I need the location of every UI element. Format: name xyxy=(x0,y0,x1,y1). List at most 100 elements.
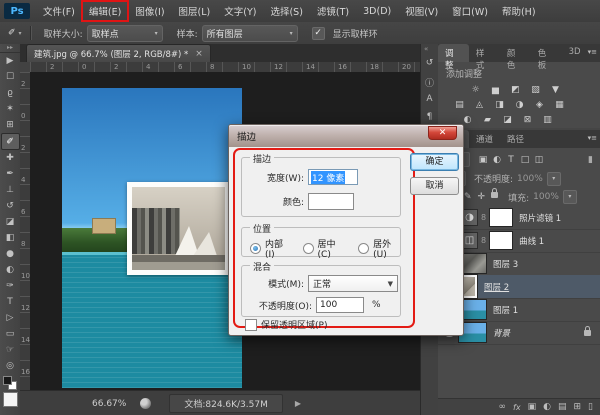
lock-pixels-icon[interactable]: ✎ xyxy=(464,192,472,202)
marquee-tool[interactable]: ☐ xyxy=(1,69,19,85)
tab-paths[interactable]: 路径 xyxy=(500,130,531,148)
layer-name[interactable]: 图层 1 xyxy=(493,304,518,316)
tab-adjustments[interactable]: 调整 xyxy=(438,44,469,62)
layer-mask-thumbnail[interactable] xyxy=(489,231,513,250)
tab-swatches[interactable]: 色板 xyxy=(531,44,562,62)
history-panel-icon[interactable]: ↺ xyxy=(421,58,438,68)
new-group-icon[interactable]: ▤ xyxy=(558,402,567,412)
threshold-icon[interactable]: ◪ xyxy=(500,114,515,126)
preserve-transparency-checkbox[interactable] xyxy=(245,319,257,331)
layer-effects-icon[interactable]: fx xyxy=(513,403,521,412)
radio-inside-label[interactable]: 内部(I) xyxy=(265,237,289,260)
menu-file[interactable]: 文件(F) xyxy=(36,1,82,21)
dodge-tool[interactable]: ◐ xyxy=(1,262,19,278)
sample-dropdown[interactable]: 所有图层 ▾ xyxy=(202,25,298,42)
exposure-icon[interactable]: ▧ xyxy=(528,84,543,96)
radio-inside[interactable] xyxy=(250,243,261,254)
layer-name[interactable]: 图层 2 xyxy=(484,281,509,293)
document-tab[interactable]: 建筑.jpg @ 66.7% (图层 2, RGB/8#) * × xyxy=(26,44,211,63)
stroked-cutout-layer[interactable] xyxy=(127,182,230,275)
cancel-button[interactable]: 取消 xyxy=(410,177,459,195)
eraser-tool[interactable]: ◪ xyxy=(1,214,19,230)
radio-center[interactable] xyxy=(303,243,314,254)
curves-icon[interactable]: ◩ xyxy=(508,84,523,96)
quick-selection-tool[interactable]: ✶ xyxy=(1,101,19,117)
adjustment-filter-icon[interactable]: ◐ xyxy=(490,155,504,165)
radio-outside[interactable] xyxy=(358,243,369,254)
stroke-width-input[interactable]: 12 像素 xyxy=(308,169,358,185)
tab-styles[interactable]: 样式 xyxy=(469,44,500,62)
foreground-color-swatch[interactable] xyxy=(3,376,12,385)
status-circle-icon[interactable] xyxy=(140,398,151,409)
history-brush-tool[interactable]: ↺ xyxy=(1,198,19,214)
smart-object-filter-icon[interactable]: ◫ xyxy=(532,155,546,165)
fill-dropdown-button[interactable]: ▾ xyxy=(563,190,577,204)
show-ring-checkbox[interactable]: ✓ xyxy=(312,27,325,40)
close-icon[interactable]: × xyxy=(195,49,203,59)
sample-size-dropdown[interactable]: 取样点 ▾ xyxy=(87,25,163,42)
ok-button[interactable]: 确定 xyxy=(410,153,459,171)
new-adjustment-icon[interactable]: ◐ xyxy=(543,402,551,412)
shape-filter-icon[interactable]: □ xyxy=(518,155,532,165)
opacity-dropdown-button[interactable]: ▾ xyxy=(547,172,561,186)
fill-value[interactable]: 100% xyxy=(533,192,559,202)
gradient-map-icon[interactable]: ▥ xyxy=(540,114,555,126)
stroke-color-swatch[interactable] xyxy=(308,193,354,210)
color-balance-icon[interactable]: ◬ xyxy=(472,99,487,111)
tab-3d[interactable]: 3D xyxy=(562,44,588,62)
lock-all-icon[interactable] xyxy=(491,192,498,198)
spot-healing-tool[interactable]: ✚ xyxy=(1,150,19,166)
brush-tool[interactable]: ✒ xyxy=(1,166,19,182)
tab-color[interactable]: 颜色 xyxy=(500,44,531,62)
pixel-filter-icon[interactable]: ▣ xyxy=(476,155,490,165)
menu-layer[interactable]: 图层(L) xyxy=(172,1,218,21)
info-panel-icon[interactable]: ⓘ xyxy=(421,76,438,89)
brightness-contrast-icon[interactable]: ☼ xyxy=(468,84,483,96)
photo-filter-icon[interactable]: ◑ xyxy=(512,99,527,111)
eyedropper-tool-chip[interactable]: ✐ ▾ xyxy=(8,28,22,38)
move-tool[interactable]: ▶ xyxy=(1,53,19,69)
type-tool[interactable]: T xyxy=(1,294,19,310)
foreground-background-swatches[interactable] xyxy=(2,376,18,390)
layer-mask-thumbnail[interactable] xyxy=(489,208,513,227)
hue-saturation-icon[interactable]: ▤ xyxy=(452,99,467,111)
menu-view[interactable]: 视图(V) xyxy=(398,1,445,21)
new-layer-icon[interactable]: ⊞ xyxy=(574,402,582,412)
channel-mixer-icon[interactable]: ◈ xyxy=(532,99,547,111)
crop-tool[interactable]: ⊞ xyxy=(1,117,19,133)
link-layers-icon[interactable]: ∞ xyxy=(499,402,507,412)
character-panel-icon[interactable]: A xyxy=(421,94,438,104)
menu-help[interactable]: 帮助(H) xyxy=(495,1,543,21)
vibrance-icon[interactable]: ▼ xyxy=(548,84,563,96)
zoom-tool[interactable]: ◎ xyxy=(1,358,19,374)
radio-outside-label[interactable]: 居外(U) xyxy=(373,237,400,260)
tab-channels[interactable]: 通道 xyxy=(469,130,500,148)
add-mask-icon[interactable]: ▣ xyxy=(528,402,537,412)
foreground-color-large-swatch[interactable] xyxy=(3,392,18,407)
menu-3d[interactable]: 3D(D) xyxy=(356,3,398,20)
layer-name[interactable]: 曲线 1 xyxy=(519,235,544,247)
menu-select[interactable]: 选择(S) xyxy=(263,1,309,21)
clone-stamp-tool[interactable]: ⊥ xyxy=(1,182,19,198)
status-expand-arrow-icon[interactable]: ▶ xyxy=(295,399,301,408)
color-lookup-icon[interactable]: ▦ xyxy=(552,99,567,111)
opacity-value[interactable]: 100% xyxy=(517,174,543,184)
toolbar-collapse-handle[interactable]: ▸▸ xyxy=(0,44,20,53)
levels-icon[interactable]: ▅ xyxy=(488,84,503,96)
delete-layer-icon[interactable]: ▯ xyxy=(588,402,593,412)
rectangle-tool[interactable]: ▭ xyxy=(1,326,19,342)
mask-link-icon[interactable]: 8 xyxy=(481,236,486,245)
pen-tool[interactable]: ✑ xyxy=(1,278,19,294)
mask-link-icon[interactable]: 8 xyxy=(481,213,486,222)
filter-toggle[interactable]: ▮ xyxy=(588,155,593,165)
panel-menu-icon[interactable]: ▾≡ xyxy=(588,44,600,62)
type-filter-icon[interactable]: T xyxy=(504,155,518,165)
blend-mode-select[interactable]: 正常 ▼ xyxy=(308,275,398,292)
zoom-level-field[interactable]: 66.67% xyxy=(92,399,126,409)
paragraph-panel-icon[interactable]: ¶ xyxy=(421,112,438,122)
lock-position-icon[interactable]: ✛ xyxy=(478,192,486,202)
dock-collapse-icon[interactable]: « xyxy=(424,45,428,53)
layer-name[interactable]: 照片滤镜 1 xyxy=(519,212,561,224)
path-selection-tool[interactable]: ▷ xyxy=(1,310,19,326)
layer-name[interactable]: 图层 3 xyxy=(493,258,518,270)
